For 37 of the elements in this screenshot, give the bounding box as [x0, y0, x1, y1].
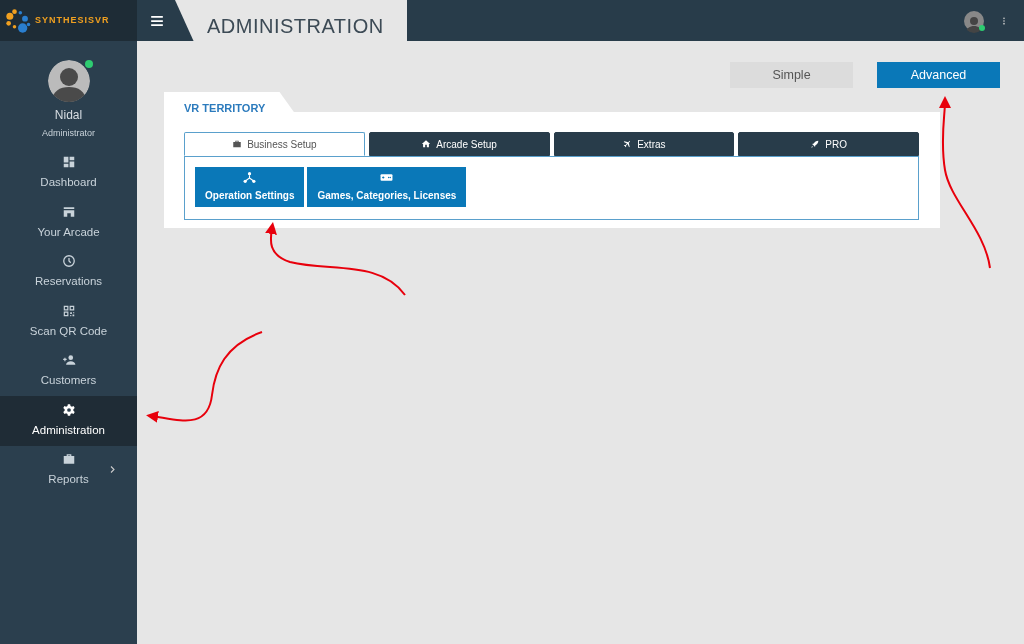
network-icon: [243, 171, 257, 184]
rocket-icon: [810, 139, 821, 149]
logo-icon: [4, 6, 32, 35]
user-role: Administrator: [42, 127, 95, 140]
tab[interactable]: PRO: [738, 132, 919, 156]
card-title: VR TERRITORY: [164, 92, 296, 114]
sidebar-item[interactable]: Reservations: [0, 247, 137, 297]
tab[interactable]: Business Setup: [184, 132, 365, 156]
sidebar-item[interactable]: Customers: [0, 346, 137, 396]
qr-code-icon: [61, 303, 76, 318]
airplane-icon: [622, 139, 633, 149]
action-button[interactable]: Operation Settings: [195, 167, 305, 207]
user-name: Nidal: [54, 107, 83, 124]
page-title: ADMINISTRATION: [207, 14, 384, 39]
briefcase-icon: [232, 139, 243, 149]
user-avatar: [47, 60, 90, 102]
briefcase-icon: [61, 452, 76, 467]
store-icon: [61, 204, 76, 219]
dashboard-icon: [61, 155, 76, 170]
tab[interactable]: Arcade Setup: [368, 132, 550, 156]
menu-icon[interactable]: [150, 13, 164, 28]
add-user-icon: [61, 353, 76, 368]
sidebar-item[interactable]: Reports: [0, 445, 137, 495]
home-icon: [421, 139, 432, 149]
mode-toggle-button[interactable]: Advanced: [877, 62, 1000, 88]
action-button[interactable]: Games, Categories, Licenses: [307, 167, 467, 207]
mode-toggle-button[interactable]: Simple: [730, 62, 853, 88]
sidebar-item[interactable]: Dashboard: [0, 148, 137, 198]
gamepad-icon: [380, 171, 394, 184]
clock-icon: [61, 254, 76, 269]
brand-name: SYNTHESISVR: [35, 13, 110, 27]
gear-icon: [61, 402, 76, 417]
sidebar-item[interactable]: Administration: [0, 396, 137, 446]
tab[interactable]: Extras: [553, 132, 735, 156]
sidebar-item[interactable]: Scan QR Code: [0, 297, 137, 347]
sidebar-item[interactable]: Your Arcade: [0, 198, 137, 248]
user-avatar[interactable]: [964, 10, 984, 31]
